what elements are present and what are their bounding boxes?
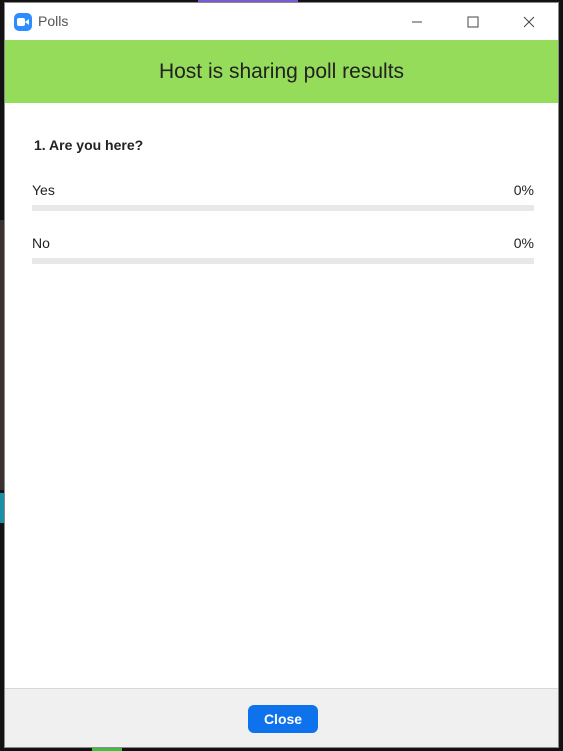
- footer: Close: [5, 688, 558, 747]
- option-percent: 0%: [513, 235, 534, 251]
- option-result-bar: [32, 205, 534, 211]
- polls-window: Polls Host is sharing poll results 1. Ar…: [4, 2, 559, 748]
- option-result-bar: [32, 258, 534, 264]
- close-window-button[interactable]: [506, 3, 552, 40]
- title-bar[interactable]: Polls: [5, 3, 558, 40]
- option-percent: 0%: [513, 182, 534, 198]
- minimize-icon: [412, 21, 422, 22]
- poll-question: 1. Are you here?: [34, 137, 144, 153]
- close-button[interactable]: Close: [248, 705, 318, 733]
- results-banner: Host is sharing poll results: [5, 40, 558, 103]
- maximize-button[interactable]: [450, 3, 496, 40]
- maximize-icon: [467, 16, 479, 27]
- poll-option: Yes 0%: [32, 181, 534, 211]
- option-label: Yes: [32, 182, 55, 198]
- window-title: Polls: [38, 13, 69, 29]
- banner-text: Host is sharing poll results: [158, 59, 405, 83]
- poll-results: 1. Are you here? Yes 0% No 0%: [5, 103, 558, 688]
- option-label: No: [32, 235, 50, 251]
- minimize-button[interactable]: [394, 3, 440, 40]
- close-icon: [523, 16, 535, 27]
- poll-option: No 0%: [32, 234, 534, 264]
- zoom-camera-icon: [14, 13, 32, 31]
